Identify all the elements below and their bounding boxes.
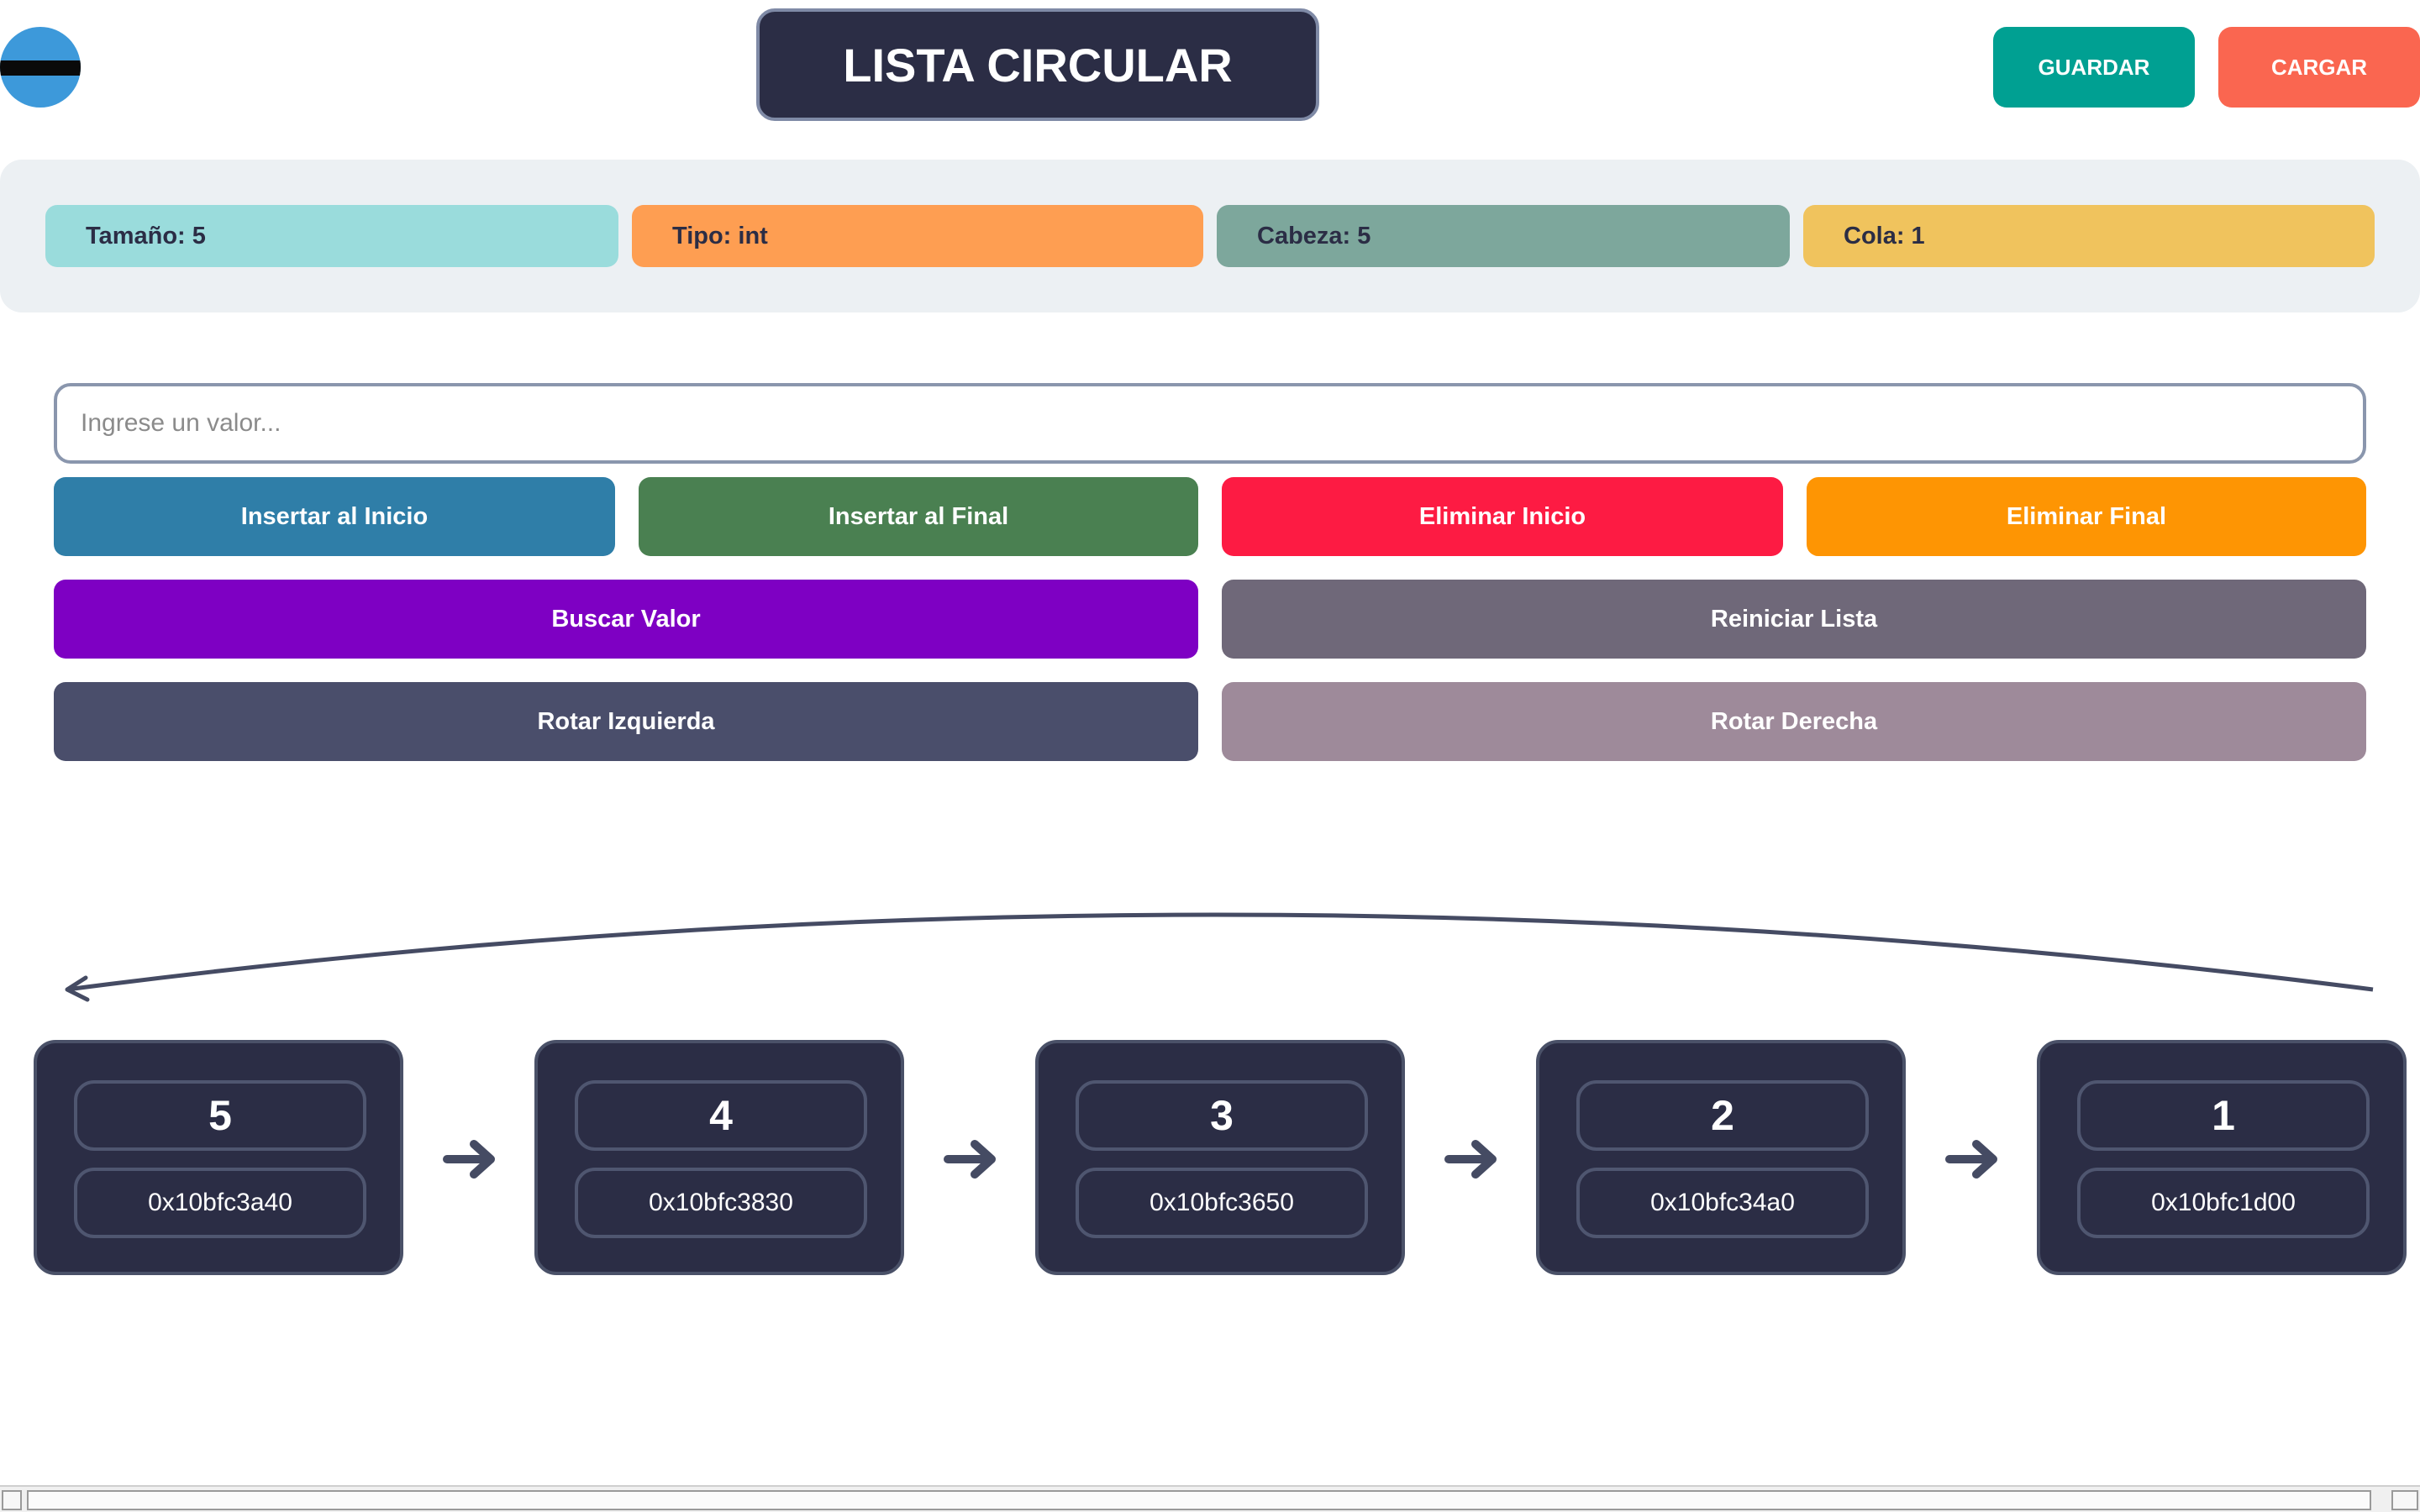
node-address: 0x10bfc3650 [1076,1168,1368,1238]
node-value: 4 [575,1080,867,1151]
load-button[interactable]: CARGAR [2218,27,2420,108]
circular-link-arrow [65,912,2374,1002]
hamburger-menu-icon[interactable] [0,27,81,108]
type-stat: Tipo: int [632,205,1203,267]
reset-button[interactable]: Reiniciar Lista [1222,580,2366,659]
save-button[interactable]: GUARDAR [1993,27,2195,108]
node-value: 1 [2077,1080,2370,1151]
node-value: 2 [1576,1080,1869,1151]
menu-bar [0,60,81,76]
scroll-right-button[interactable] [2391,1490,2418,1510]
node-address: 0x10bfc3a40 [74,1168,366,1238]
insert-start-button[interactable]: Insertar al Inicio [54,477,615,556]
right-arrow-icon [944,1140,996,1179]
delete-end-button[interactable]: Eliminar Final [1807,477,2366,556]
node-address: 0x10bfc3830 [575,1168,867,1238]
size-stat: Tamaño: 5 [45,205,618,267]
list-node: 2 0x10bfc34a0 [1536,1040,1906,1275]
scroll-track[interactable] [27,1490,2371,1510]
tail-stat: Cola: 1 [1803,205,2375,267]
list-node: 1 0x10bfc1d00 [2037,1040,2407,1275]
search-button[interactable]: Buscar Valor [54,580,1198,659]
head-stat: Cabeza: 5 [1217,205,1790,267]
node-value: 3 [1076,1080,1368,1151]
rotate-right-button[interactable]: Rotar Derecha [1222,682,2366,761]
list-node: 3 0x10bfc3650 [1035,1040,1405,1275]
rotate-left-button[interactable]: Rotar Izquierda [54,682,1198,761]
delete-start-button[interactable]: Eliminar Inicio [1222,477,1783,556]
node-address: 0x10bfc34a0 [1576,1168,1869,1238]
horizontal-scrollbar[interactable] [0,1485,2420,1512]
list-node: 5 0x10bfc3a40 [34,1040,403,1275]
right-arrow-icon [1444,1140,1497,1179]
right-arrow-icon [1945,1140,1997,1179]
scroll-left-button[interactable] [2,1490,22,1510]
list-node: 4 0x10bfc3830 [534,1040,904,1275]
node-value: 5 [74,1080,366,1151]
right-arrow-icon [443,1140,495,1179]
node-address: 0x10bfc1d00 [2077,1168,2370,1238]
value-input[interactable] [54,383,2366,464]
insert-end-button[interactable]: Insertar al Final [639,477,1198,556]
page-title: LISTA CIRCULAR [756,8,1319,121]
